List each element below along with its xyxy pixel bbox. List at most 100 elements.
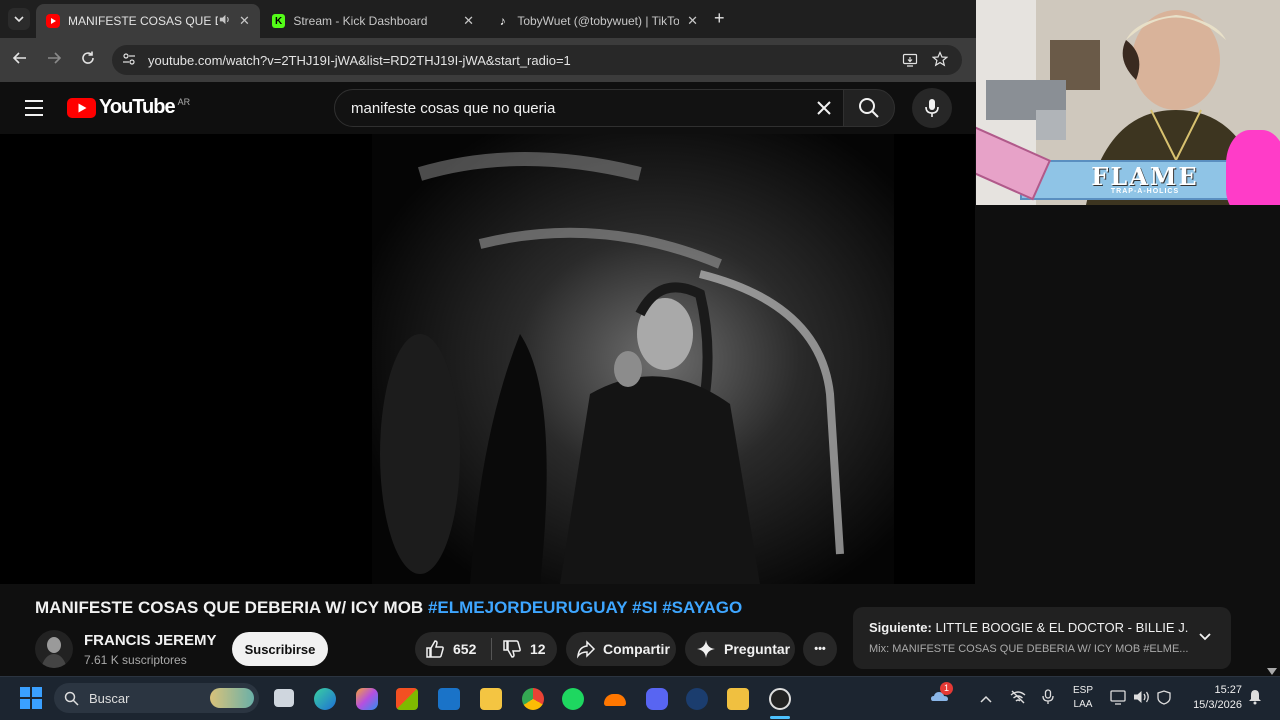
up-next-title: LITTLE BOOGIE & EL DOCTOR - BILLIE J... [935, 620, 1189, 635]
search-icon [64, 691, 79, 706]
reload-icon [82, 51, 94, 64]
microphone-icon [925, 99, 939, 117]
clock-date: 15/3/2026 [1193, 699, 1242, 711]
obs-icon[interactable] [769, 688, 791, 710]
like-count: 652 [453, 641, 477, 657]
spotify-icon[interactable] [562, 688, 584, 710]
start-button[interactable] [20, 687, 42, 714]
youtube-logo-icon [67, 97, 96, 118]
notifications-icon[interactable] [1248, 689, 1262, 710]
copilot-icon[interactable] [356, 688, 378, 710]
up-next-prefix: Siguiente: [869, 620, 932, 635]
task-view-icon[interactable] [274, 689, 294, 707]
taskbar-search-box[interactable]: Buscar [54, 683, 259, 713]
input-language-indicator[interactable]: ESP LAA [1070, 684, 1096, 712]
outlook-icon[interactable] [438, 688, 460, 710]
voice-search-button[interactable] [912, 88, 952, 128]
search-query: manifeste cosas que no queria [351, 99, 556, 117]
clock[interactable]: 15:27 15/3/2026 [1186, 683, 1242, 713]
show-hidden-icons-chevron-icon[interactable] [980, 691, 992, 709]
windows-logo-icon [20, 687, 42, 709]
arrow-left-icon [12, 52, 26, 64]
webcam-overlay: FLAME TRAP-A-HOLICS [976, 0, 1280, 205]
video-title: MANIFESTE COSAS QUE DEBERIA W/ ICY MOB #… [35, 598, 742, 618]
buddha-graphic [1226, 130, 1280, 205]
install-app-icon[interactable] [902, 52, 918, 71]
dislike-count: 12 [530, 641, 546, 657]
arrow-right-icon [48, 52, 62, 64]
tab-title: TobyWuet (@tobywuet) | TikTok [517, 14, 680, 28]
forward-button[interactable] [44, 50, 64, 71]
up-next-card[interactable]: Siguiente: LITTLE BOOGIE & EL DOCTOR - B… [853, 607, 1231, 669]
flame-subtext: TRAP-A-HOLICS [1110, 187, 1180, 195]
chevron-down-icon [14, 16, 24, 23]
bookmark-star-icon[interactable] [931, 51, 949, 70]
menu-button[interactable] [24, 99, 44, 122]
search-icon [859, 98, 879, 118]
subscriber-count: 7.61 K suscriptores [84, 653, 187, 667]
weather-widget-icon[interactable]: 1 [930, 682, 953, 706]
app-icon[interactable] [727, 688, 749, 710]
channel-avatar[interactable] [35, 630, 73, 668]
channel-name[interactable]: FRANCIS JEREMY [84, 632, 217, 649]
video-title-text: MANIFESTE COSAS QUE DEBERIA W/ ICY MOB [35, 598, 424, 617]
search-button[interactable] [843, 89, 895, 127]
battery-icon[interactable] [1156, 689, 1174, 710]
ask-label: Preguntar [724, 641, 791, 657]
volume-icon[interactable] [1133, 689, 1151, 710]
subscribe-label: Suscribirse [244, 641, 316, 657]
tab-tiktok[interactable]: ♪ TobyWuet (@tobywuet) | TikTok ✕ [486, 4, 708, 38]
speaker-icon[interactable] [218, 13, 231, 29]
file-explorer-icon[interactable] [480, 688, 502, 710]
tab-title: MANIFESTE COSAS QUE DE [68, 14, 218, 28]
discord-icon[interactable] [646, 688, 668, 710]
tab-youtube[interactable]: MANIFESTE COSAS QUE DE ✕ [36, 4, 260, 38]
close-tab-icon[interactable]: ✕ [687, 13, 698, 29]
soundcloud-icon[interactable] [604, 694, 626, 706]
back-button[interactable] [10, 50, 30, 71]
flame-text: FLAME [1091, 161, 1199, 191]
clear-search-icon[interactable] [815, 99, 833, 121]
close-tab-icon[interactable]: ✕ [463, 13, 474, 29]
tiktok-icon: ♪ [499, 14, 506, 28]
hamburger-menu-icon [25, 100, 43, 116]
expand-up-next-button[interactable] [1197, 629, 1213, 650]
youtube-logo[interactable]: YouTube AR [67, 96, 190, 119]
address-bar[interactable]: youtube.com/watch?v=2THJ19I-jWA&list=RD2… [112, 45, 962, 75]
more-dots-icon: ••• [814, 643, 826, 655]
close-tab-icon[interactable]: ✕ [239, 13, 250, 29]
share-button[interactable]: Compartir [566, 632, 676, 666]
url-text: youtube.com/watch?v=2THJ19I-jWA&list=RD2… [148, 52, 571, 68]
network-icon[interactable] [1010, 689, 1026, 710]
youtube-logo-text: YouTube [99, 96, 176, 118]
active-app-indicator [770, 716, 790, 719]
microphone-icon[interactable] [1042, 689, 1054, 710]
new-tab-button[interactable]: + [714, 8, 725, 29]
steam-icon[interactable] [686, 688, 708, 710]
reload-button[interactable] [78, 50, 98, 71]
edge-browser-icon[interactable] [314, 688, 336, 710]
share-icon [576, 640, 596, 659]
weather-badge: 1 [940, 682, 953, 695]
search-input[interactable]: manifeste cosas que no queria [334, 89, 844, 127]
display-icon[interactable] [1110, 689, 1126, 710]
region-code: AR [177, 96, 191, 107]
kick-icon: K [272, 14, 286, 28]
dislike-button[interactable]: 12 [492, 632, 546, 666]
more-actions-button[interactable]: ••• [803, 632, 837, 666]
tab-kick[interactable]: K Stream - Kick Dashboard ✕ [262, 4, 484, 38]
tab-title: Stream - Kick Dashboard [293, 14, 428, 28]
video-hashtags[interactable]: #ELMEJORDEURUGUAY #SI #SAYAGO [428, 598, 742, 617]
language-code: ESP [1072, 685, 1093, 696]
keyboard-layout-code: LAA [1073, 699, 1093, 710]
like-button[interactable]: 652 [415, 632, 491, 666]
thumbs-up-icon [426, 640, 444, 658]
chrome-icon[interactable] [522, 688, 544, 710]
microsoft-store-icon[interactable] [396, 688, 418, 710]
tab-list-dropdown-button[interactable] [8, 8, 30, 30]
site-info-icon[interactable] [122, 52, 136, 69]
sparkle-icon [697, 640, 715, 658]
subscribe-button[interactable]: Suscribirse [232, 632, 328, 666]
video-player[interactable] [0, 134, 975, 584]
ask-button[interactable]: Preguntar [685, 632, 795, 666]
